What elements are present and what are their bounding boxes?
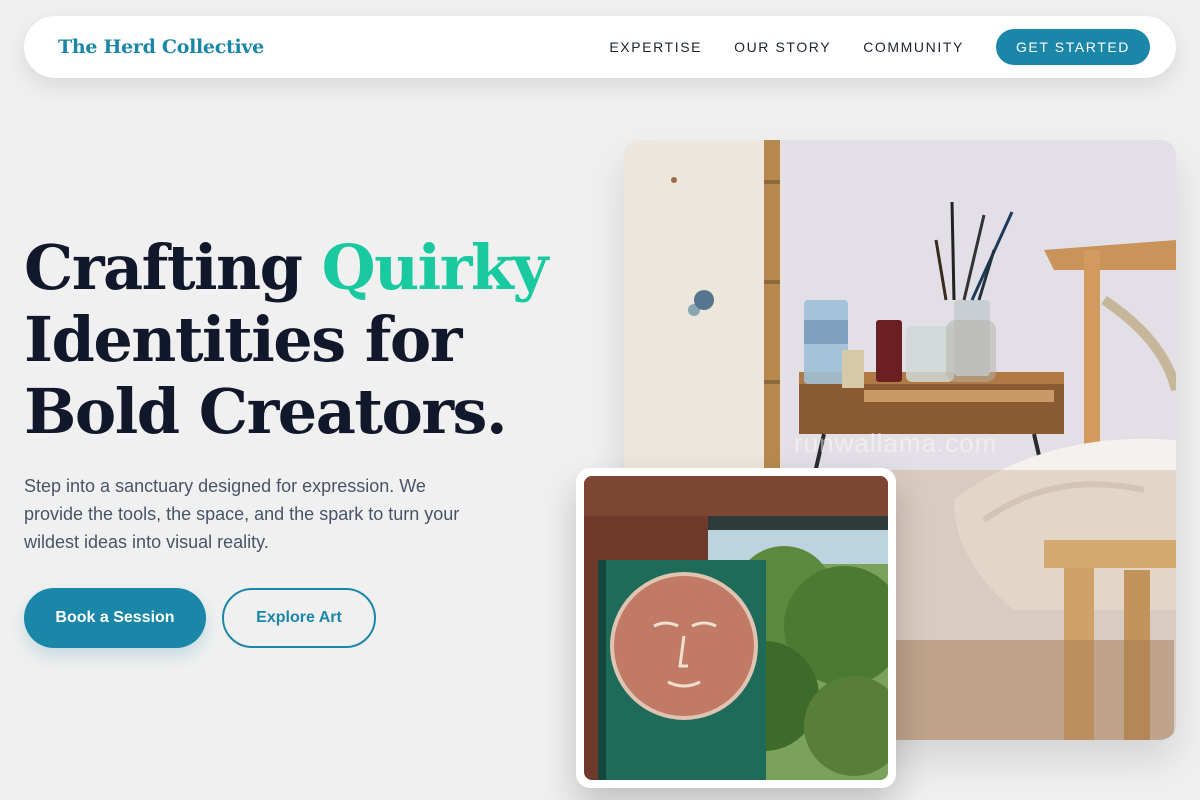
nav-link-community[interactable]: COMMUNITY	[863, 39, 964, 55]
explore-art-button[interactable]: Explore Art	[222, 588, 376, 648]
art-photo-illustration	[584, 476, 888, 780]
art-photo	[584, 476, 888, 780]
landing-page: The Herd Collective EXPERTISE OUR STORY …	[0, 0, 1200, 800]
hero-title-accent: Quirky	[321, 231, 549, 304]
nav-link-our-story[interactable]: OUR STORY	[734, 39, 831, 55]
nav-link-expertise[interactable]: EXPERTISE	[609, 39, 702, 55]
art-photo-card	[576, 468, 896, 788]
hero-title-part2: Identities for Bold Creators.	[24, 303, 508, 448]
brand-logo[interactable]: The Herd Collective	[58, 36, 264, 58]
book-session-button[interactable]: Book a Session	[24, 588, 206, 648]
hero-title: Crafting Quirky Identities for Bold Crea…	[24, 232, 584, 448]
image-watermark: runwallama.com	[794, 428, 998, 458]
hero-title-part1: Crafting	[24, 231, 322, 304]
top-navbar: The Herd Collective EXPERTISE OUR STORY …	[24, 16, 1176, 78]
hero-subtitle: Step into a sanctuary designed for expre…	[24, 476, 460, 552]
get-started-button[interactable]: GET STARTED	[995, 29, 1150, 65]
nav-links: EXPERTISE OUR STORY COMMUNITY GET STARTE…	[577, 29, 1150, 65]
